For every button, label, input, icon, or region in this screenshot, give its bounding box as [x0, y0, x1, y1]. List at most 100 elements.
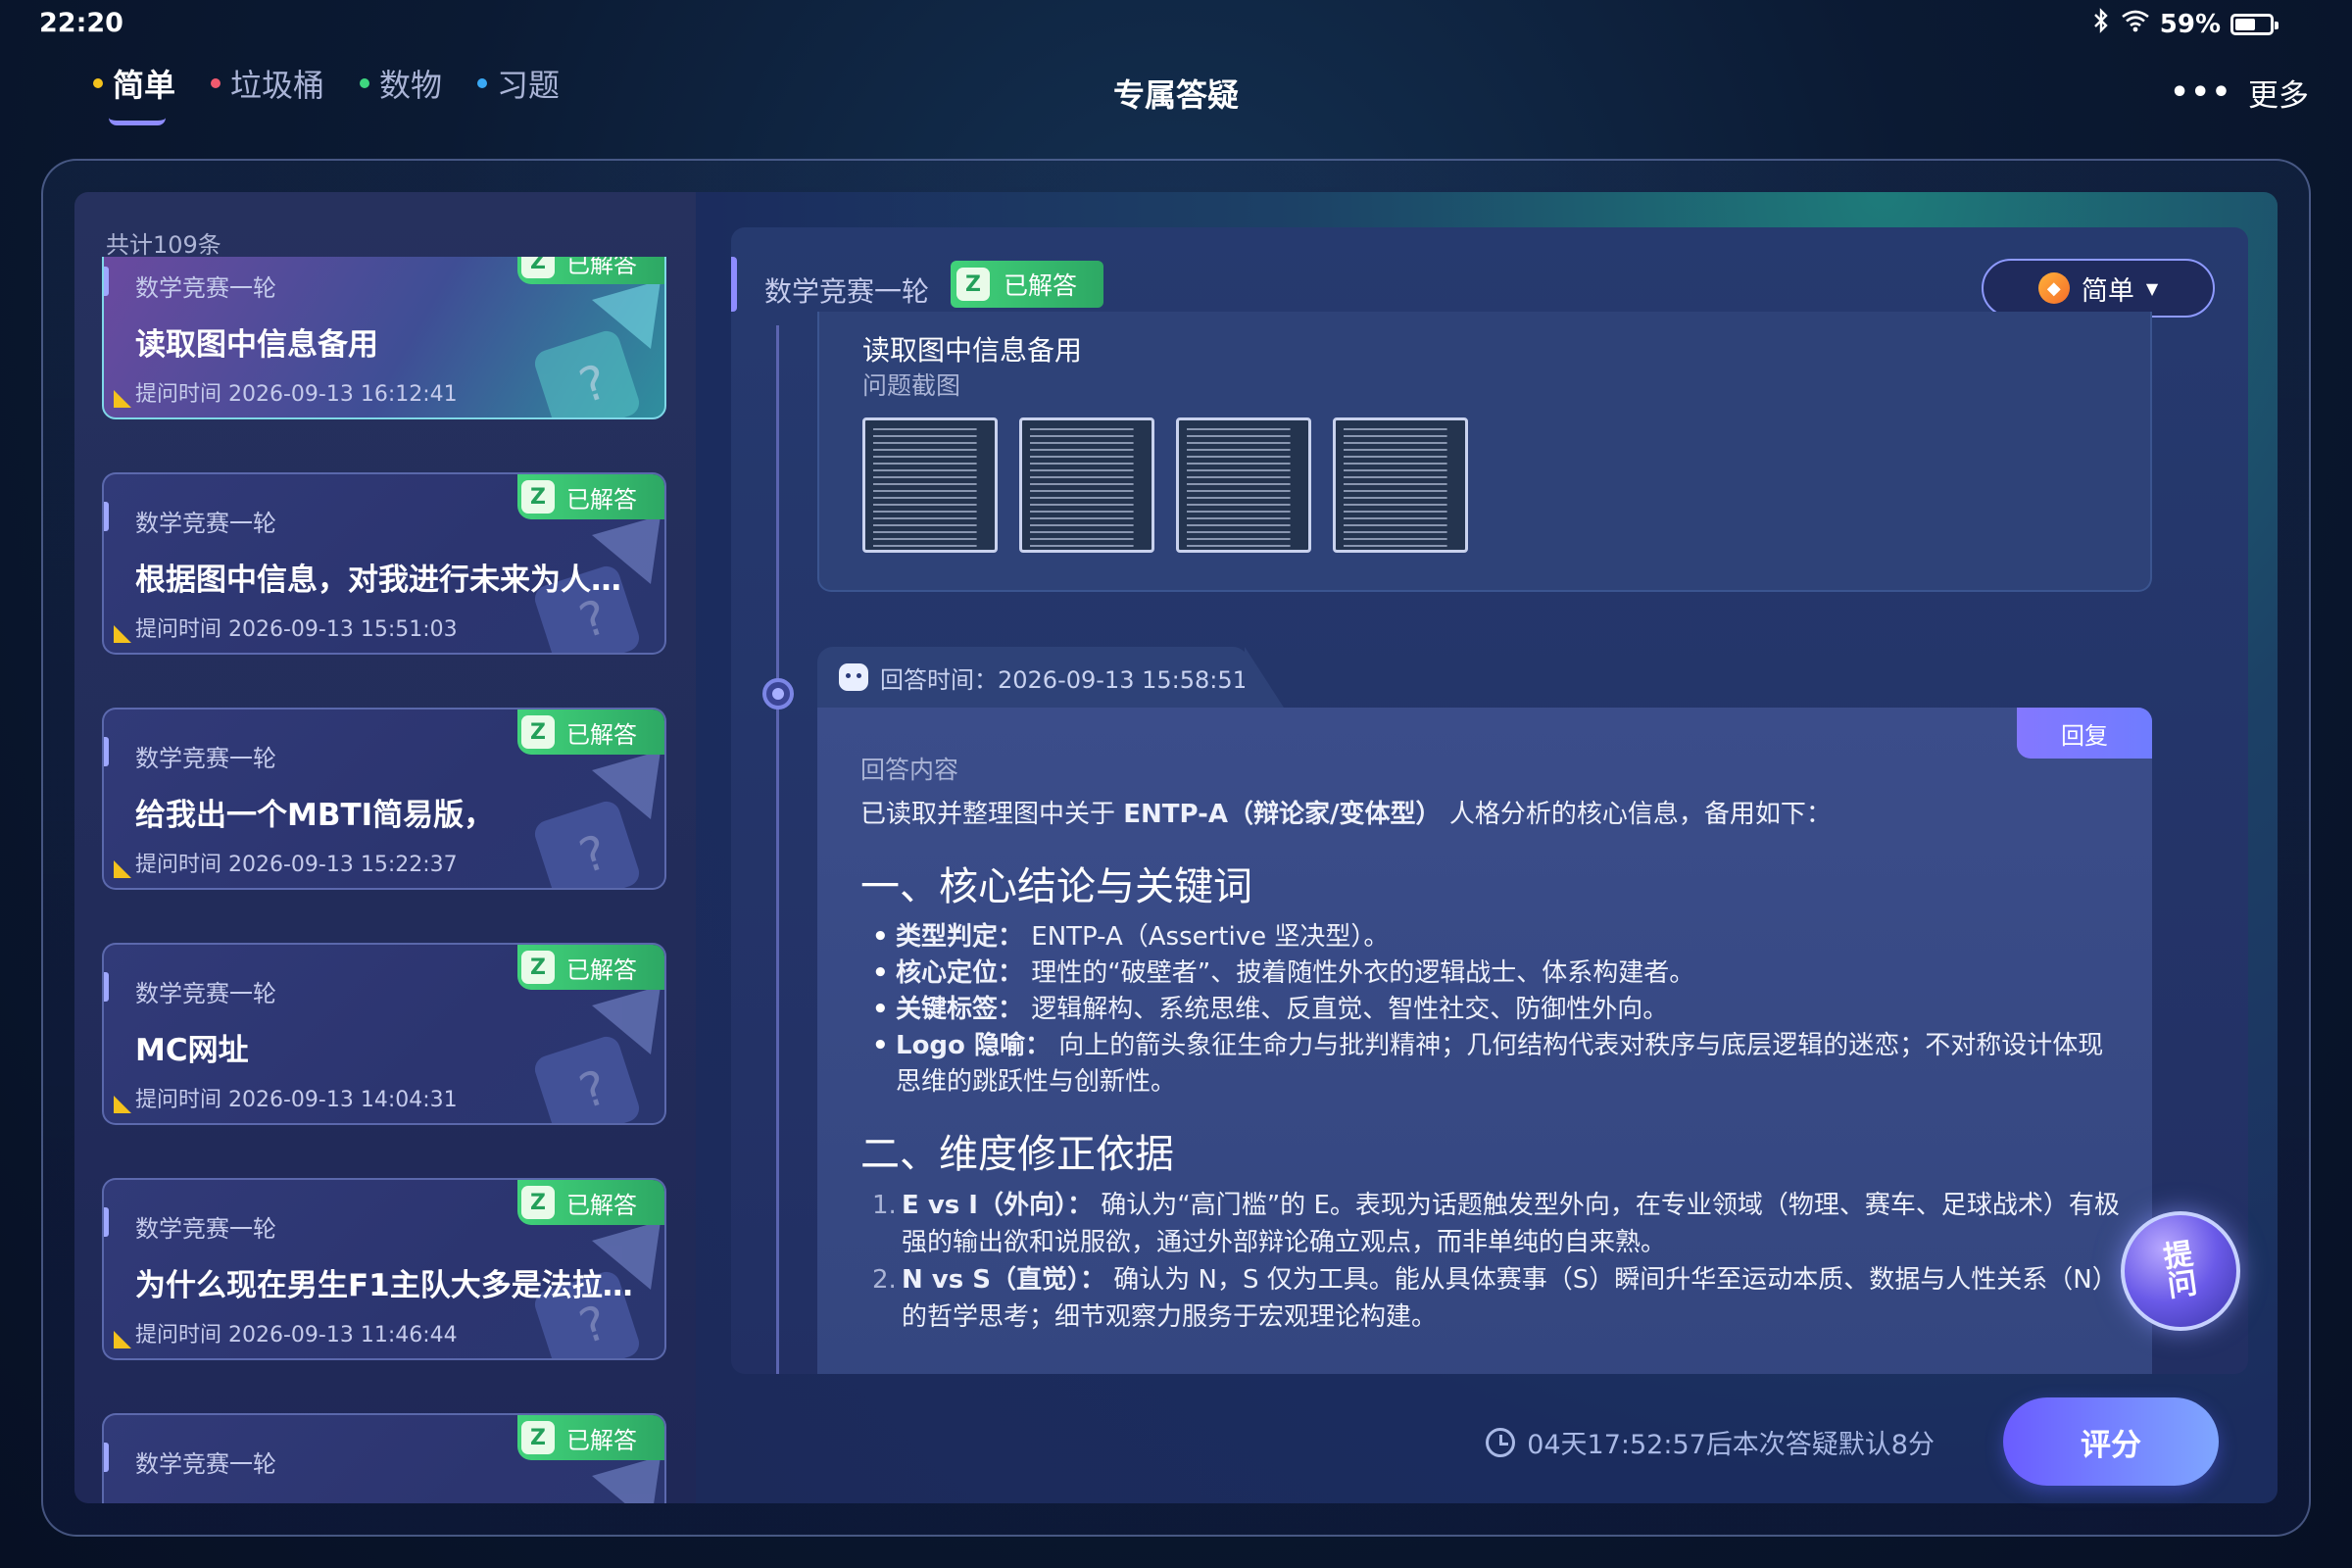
answer-intro: 已读取并整理图中关于 ENTP-A（辩论家/变体型） 人格分析的核心信息，备用如… — [860, 796, 2125, 833]
keyword-item: 类型判定： ENTP-A（Assertive 坚决型）。 — [872, 919, 2125, 956]
screenshot-thumbnails — [862, 417, 1468, 553]
keyword-item: 关键标签： 逻辑解构、系统思维、反直觉、智性社交、防御性外向。 — [872, 992, 2125, 1028]
detail-panel: 数学竞赛一轮 Z 已解答 ◆ 简单 ▼ 读取图中信息备用 问题截图 回答时间：2… — [696, 192, 2278, 1503]
question-card[interactable]: ? Z 已解答 数学竞赛一轮 读取图中信息备用 提问时间 2026-09-13 16:12… — [102, 257, 666, 419]
answer-box: 回复 回答内容 已读取并整理图中关于 ENTP-A（辩论家/变体型） 人格分析的… — [817, 708, 2152, 1374]
card-category: 数学竞赛一轮 — [135, 510, 276, 537]
difficulty-value: 简单 — [2081, 275, 2134, 307]
zhi-logo-icon: Z — [521, 257, 555, 278]
battery-percent: 59% — [2159, 9, 2221, 39]
item-key: N vs S（直觉）： — [902, 1265, 1106, 1295]
question-detail-card: 数学竞赛一轮 Z 已解答 ◆ 简单 ▼ 读取图中信息备用 问题截图 回答时间：2… — [731, 227, 2248, 1374]
section-heading: 二、维度修正依据 — [860, 1132, 1174, 1177]
card-title: 读取图中信息备用 — [135, 327, 378, 363]
card-title: MC网址 — [135, 1033, 249, 1068]
more-dots-icon: ••• — [2170, 75, 2232, 110]
tag-icon: ◆ — [2037, 272, 2070, 304]
answered-badge: Z 已解答 — [517, 945, 664, 990]
badge-label: 已解答 — [566, 1191, 637, 1219]
dimension-item: 1. E vs I（外向）： 确认为“高门槛”的 E。表现为话题触发型外向，在专业… — [872, 1187, 2125, 1261]
card-time: 提问时间 2026-09-13 14:04:31 — [135, 1088, 458, 1112]
zhi-logo-icon: Z — [956, 268, 990, 301]
battery-icon — [2230, 13, 2278, 35]
footer-bar: 04天17:52:57后本次答疑默认8分 评分 — [696, 1376, 2278, 1503]
card-title: 给我出一个MBTI简易版， — [135, 798, 495, 833]
screenshot-thumbnail[interactable] — [1333, 417, 1468, 553]
item-key: 关键标签： — [896, 995, 1024, 1024]
question-card[interactable]: ? Z 已解答 数学竞赛一轮 给我出一个MBTI简易版， 提问时间 2026-09-13 … — [102, 708, 666, 890]
answer-intro-text: 人格分析的核心信息，备用如下： — [1448, 800, 1832, 829]
item-key: 类型判定： — [896, 922, 1024, 952]
answered-badge: Z 已解答 — [517, 474, 664, 519]
item-text: 向上的箭头象征生命力与批判精神；几何结构代表对秩序与底层逻辑的迷恋；不对称设计体… — [896, 1031, 2104, 1097]
answered-badge: Z 已解答 — [517, 1415, 664, 1460]
dimension-list: 1. E vs I（外向）： 确认为“高门槛”的 E。表现为话题触发型外向，在专业… — [860, 1187, 2125, 1336]
more-button[interactable]: ••• 更多 — [2170, 71, 2309, 115]
card-accent-bar — [104, 267, 109, 296]
question-card[interactable]: ? Z 已解答 数学竞赛一轮 MC网址 提问时间 2026-09-13 14:04:31 — [102, 943, 666, 1125]
card-category: 数学竞赛一轮 — [135, 274, 276, 302]
corner-marker — [114, 390, 131, 408]
card-title: 根据图中信息，对我进行未来为人规划 — [135, 563, 645, 598]
badge-label: 已解答 — [566, 956, 637, 984]
countdown: 04天17:52:57后本次答疑默认8分 — [1486, 1423, 1935, 1461]
answer-time: 回答时间：2026-09-13 15:58:51 — [880, 665, 1248, 694]
item-text: ENTP-A（Assertive 坚决型）。 — [1031, 922, 1390, 952]
card-accent-bar — [104, 972, 109, 1002]
bluetooth-icon — [2091, 8, 2111, 40]
item-key: Logo 隐喻： — [896, 1031, 1051, 1060]
answered-badge: Z 已解答 — [517, 710, 664, 755]
battery-fill — [2235, 18, 2256, 30]
detail-badge-label: 已解答 — [1004, 271, 1078, 300]
question-title: 读取图中信息备用 — [862, 334, 1083, 367]
card-title: 为什么现在男生F1主队大多是法拉利… — [135, 1268, 645, 1303]
card-time: 提问时间 2026-09-13 16:12:41 — [135, 382, 458, 407]
answer-intro-text: 已读取并整理图中关于 — [860, 800, 1116, 829]
card-time: 提问时间 2026-09-13 11:46:44 — [135, 1323, 458, 1348]
timeline-line — [776, 325, 779, 1374]
screenshot-thumbnail[interactable] — [1019, 417, 1154, 553]
item-key: 核心定位： — [896, 958, 1024, 988]
section-heading: 一、核心结论与关键词 — [860, 864, 1252, 909]
screenshot-thumbnail[interactable] — [862, 417, 998, 553]
card-time: 提问时间 2026-09-13 15:51:03 — [135, 617, 458, 642]
question-card[interactable]: ? Z 已解答 数学竞赛一轮 根据图中信息，对我进行未来为人规划 提问时间 2026-09… — [102, 472, 666, 655]
card-accent-bar — [104, 1443, 109, 1472]
countdown-text: 04天17:52:57后本次答疑默认8分 — [1527, 1430, 1935, 1460]
question-card[interactable]: ?Z 已解答数学竞赛一轮 — [102, 1413, 666, 1503]
item-number: 1. — [872, 1191, 897, 1220]
zhi-logo-icon: Z — [521, 1421, 555, 1454]
list-count: 共计109条 — [106, 231, 221, 259]
ask-question-button[interactable]: 提问 — [2121, 1211, 2240, 1331]
clock-icon — [1486, 1427, 1516, 1457]
difficulty-select[interactable]: ◆ 简单 ▼ — [1982, 259, 2215, 318]
question-list[interactable]: ? Z 已解答 数学竞赛一轮 读取图中信息备用 提问时间 2026-09-13 16:12… — [102, 257, 668, 1503]
ask-label: 提问 — [2161, 1237, 2200, 1304]
item-text: 逻辑解构、系统思维、反直觉、智性社交、防御性外向。 — [1031, 995, 1669, 1024]
keyword-item: 核心定位： 理性的“破壁者”、披着随性外衣的逻辑战士、体系构建者。 — [872, 956, 2125, 992]
card-category: 数学竞赛一轮 — [135, 745, 276, 772]
more-label: 更多 — [2248, 78, 2309, 114]
card-accent-bar — [104, 1207, 109, 1237]
screenshot-thumbnail[interactable] — [1176, 417, 1311, 553]
active-tab-indicator — [109, 118, 166, 125]
zhi-logo-icon: Z — [521, 1186, 555, 1219]
question-mark-icon: ? — [523, 1456, 664, 1503]
answer-time-tab: 回答时间：2026-09-13 15:58:51 — [817, 647, 1284, 708]
answered-badge: Z 已解答 — [517, 1180, 664, 1225]
answer-content-label: 回答内容 — [860, 756, 959, 784]
corner-marker — [114, 1331, 131, 1348]
status-bar: 22:20 59% — [0, 0, 2352, 49]
question-card[interactable]: ? Z 已解答 数学竞赛一轮 为什么现在男生F1主队大多是法拉利… 提问时间 2026-0… — [102, 1178, 666, 1360]
keyword-list: 类型判定： ENTP-A（Assertive 坚决型）。核心定位： 理性的“破壁… — [860, 919, 2125, 1101]
badge-label: 已解答 — [566, 1426, 637, 1454]
detail-accent-bar — [731, 257, 737, 312]
answered-badge: Z 已解答 — [517, 257, 664, 284]
item-text: 理性的“破壁者”、披着随性外衣的逻辑战士、体系构建者。 — [1031, 958, 1695, 988]
keyword-item: Logo 隐喻： 向上的箭头象征生命力与批判精神；几何结构代表对秩序与底层逻辑的… — [872, 1028, 2125, 1101]
zhi-logo-icon: Z — [521, 951, 555, 984]
rate-button[interactable]: 评分 — [2003, 1397, 2219, 1486]
item-number: 2. — [872, 1265, 897, 1295]
corner-marker — [114, 1096, 131, 1113]
reply-button[interactable]: 回复 — [2017, 708, 2152, 759]
